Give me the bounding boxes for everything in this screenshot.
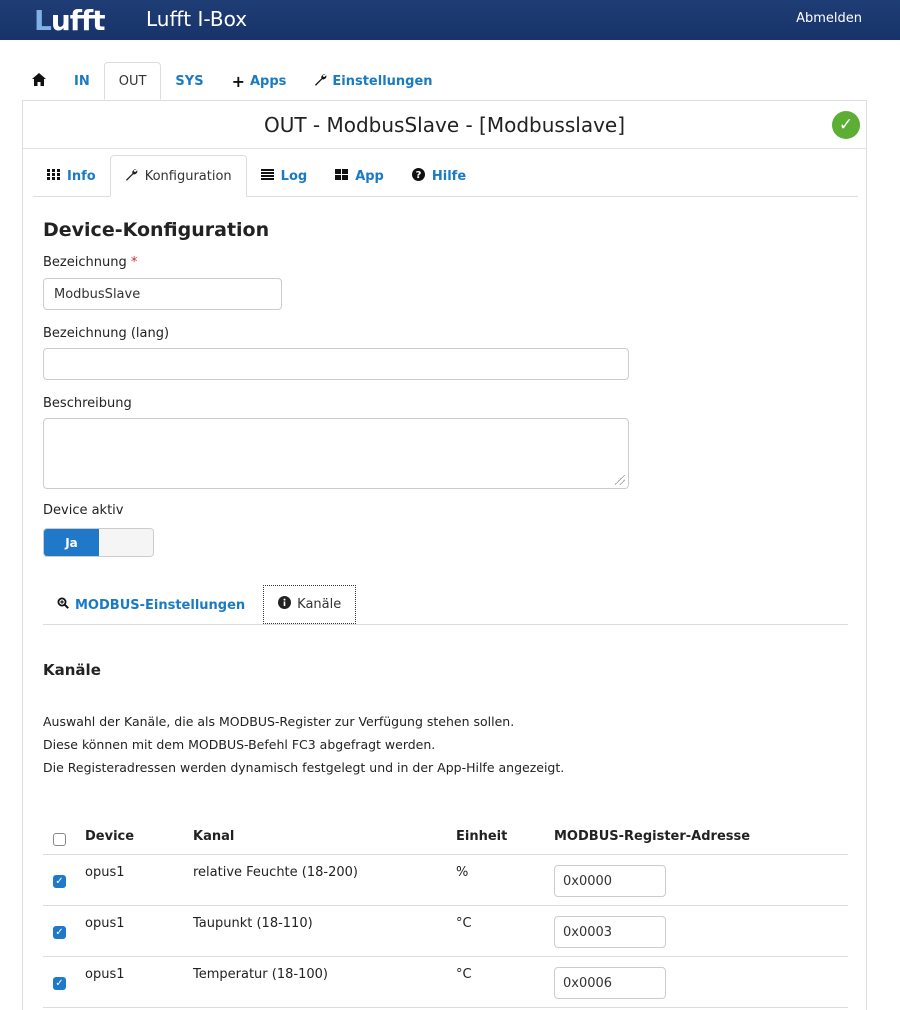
tab-kanaele[interactable]: Kanäle [263, 585, 357, 624]
tab-modbus-einstellungen[interactable]: MODBUS-Einstellungen [43, 585, 259, 625]
logo-text: Lufft [34, 3, 106, 37]
long-name-input[interactable] [43, 348, 629, 380]
tab-apps[interactable]: + Apps [218, 62, 301, 100]
tab-in[interactable]: IN [60, 62, 104, 100]
list-icon [260, 168, 274, 184]
row-device: opus1 [85, 865, 125, 880]
description-textarea[interactable] [43, 418, 629, 489]
tab-konfiguration[interactable]: Konfiguration [109, 155, 247, 197]
device-active-toggle[interactable]: Ja [43, 528, 154, 557]
tab-einstellungen[interactable]: Einstellungen [300, 62, 446, 100]
row-channel: Taupunkt (18-110) [193, 916, 313, 931]
row-unit: °C [456, 916, 472, 931]
column-header-einheit: Einheit [456, 829, 508, 844]
channels-heading: Kanäle [43, 661, 101, 679]
toggle-on-label: Ja [44, 529, 99, 556]
row-unit: °C [456, 967, 472, 982]
tab-hilfe[interactable]: ? Hilfe [398, 155, 480, 197]
wrench-icon [125, 168, 138, 185]
grid-icon [47, 168, 60, 184]
tab-sys[interactable]: SYS [161, 62, 217, 100]
description-label: Beschreibung [43, 396, 132, 411]
device-panel: OUT - ModbusSlave - [Modbusslave] ✓ Info… [22, 100, 867, 1010]
home-icon [32, 72, 46, 90]
row-checkbox[interactable]: ✓ [53, 875, 66, 888]
main-tabs: IN OUT SYS + Apps Einstellungen [22, 62, 447, 100]
check-circle-icon: ✓ [832, 111, 860, 139]
table-row: ✓ opus1 Taupunkt (18-110) °C 0x0003 [43, 906, 848, 957]
row-device: opus1 [85, 916, 125, 931]
lufft-logo[interactable]: Lufft [34, 0, 106, 40]
required-mark: * [130, 255, 138, 270]
inner-tabs: MODBUS-Einstellungen Kanäle [43, 585, 848, 625]
row-checkbox[interactable]: ✓ [53, 926, 66, 939]
column-header-register-address: MODBUS-Register-Adresse [554, 829, 751, 844]
row-device: opus1 [85, 967, 125, 982]
svg-text:?: ? [415, 170, 421, 181]
search-icon [57, 597, 69, 613]
row-channel: relative Feuchte (18-200) [193, 865, 358, 880]
register-address-input[interactable]: 0x0006 [554, 967, 666, 999]
tab-out[interactable]: OUT [103, 62, 162, 100]
column-header-device: Device [85, 829, 135, 844]
info-icon [278, 596, 292, 613]
resize-handle-icon[interactable] [615, 475, 625, 485]
wrench-icon [314, 73, 327, 90]
table-header: Device Kanal Einheit MODBUS-Register-Adr… [43, 819, 848, 855]
register-address-input[interactable]: 0x0003 [554, 916, 666, 948]
sub-tabs: Info Konfiguration Log App ? Hilfe [33, 155, 858, 197]
name-input[interactable]: ModbusSlave [43, 278, 282, 310]
column-header-kanal: Kanal [193, 829, 235, 844]
logout-link[interactable]: Abmelden [796, 11, 862, 26]
tab-info[interactable]: Info [33, 155, 110, 197]
table-row: ✓ opus1 relative Feuchte (18-200) % 0x00… [43, 855, 848, 906]
panel-header: OUT - ModbusSlave - [Modbusslave] ✓ [23, 101, 866, 149]
register-address-input[interactable]: 0x0000 [554, 865, 666, 897]
select-all-checkbox[interactable] [53, 833, 66, 846]
channels-description-line: Auswahl der Kanäle, die als MODBUS-Regis… [43, 714, 515, 729]
plus-icon: + [231, 71, 245, 91]
tab-log[interactable]: Log [247, 155, 322, 197]
row-channel: Temperatur (18-100) [193, 967, 328, 982]
config-heading: Device-Konfiguration [43, 219, 270, 241]
active-label: Device aktiv [43, 503, 124, 518]
long-name-label: Bezeichnung (lang) [43, 326, 170, 341]
question-icon: ? [411, 167, 425, 185]
toggle-off-area [99, 529, 153, 556]
app-title: Lufft I-Box [146, 7, 248, 31]
name-label: Bezeichnung * [43, 255, 138, 270]
home-tab[interactable] [22, 62, 60, 100]
top-bar: Lufft Lufft I-Box Abmelden [0, 0, 900, 40]
row-checkbox[interactable]: ✓ [53, 977, 66, 990]
table-row: ✓ opus1 Temperatur (18-100) °C 0x0006 [43, 957, 848, 1008]
panel-title: OUT - ModbusSlave - [Modbusslave] [263, 113, 626, 137]
channels-description-line: Diese können mit dem MODBUS-Befehl FC3 a… [43, 737, 436, 752]
row-unit: % [456, 865, 469, 880]
channels-description-line: Die Registeradressen werden dynamisch fe… [43, 760, 565, 775]
tab-app[interactable]: App [321, 155, 398, 197]
apps-icon [335, 168, 349, 184]
channels-table: Device Kanal Einheit MODBUS-Register-Adr… [43, 819, 848, 1008]
